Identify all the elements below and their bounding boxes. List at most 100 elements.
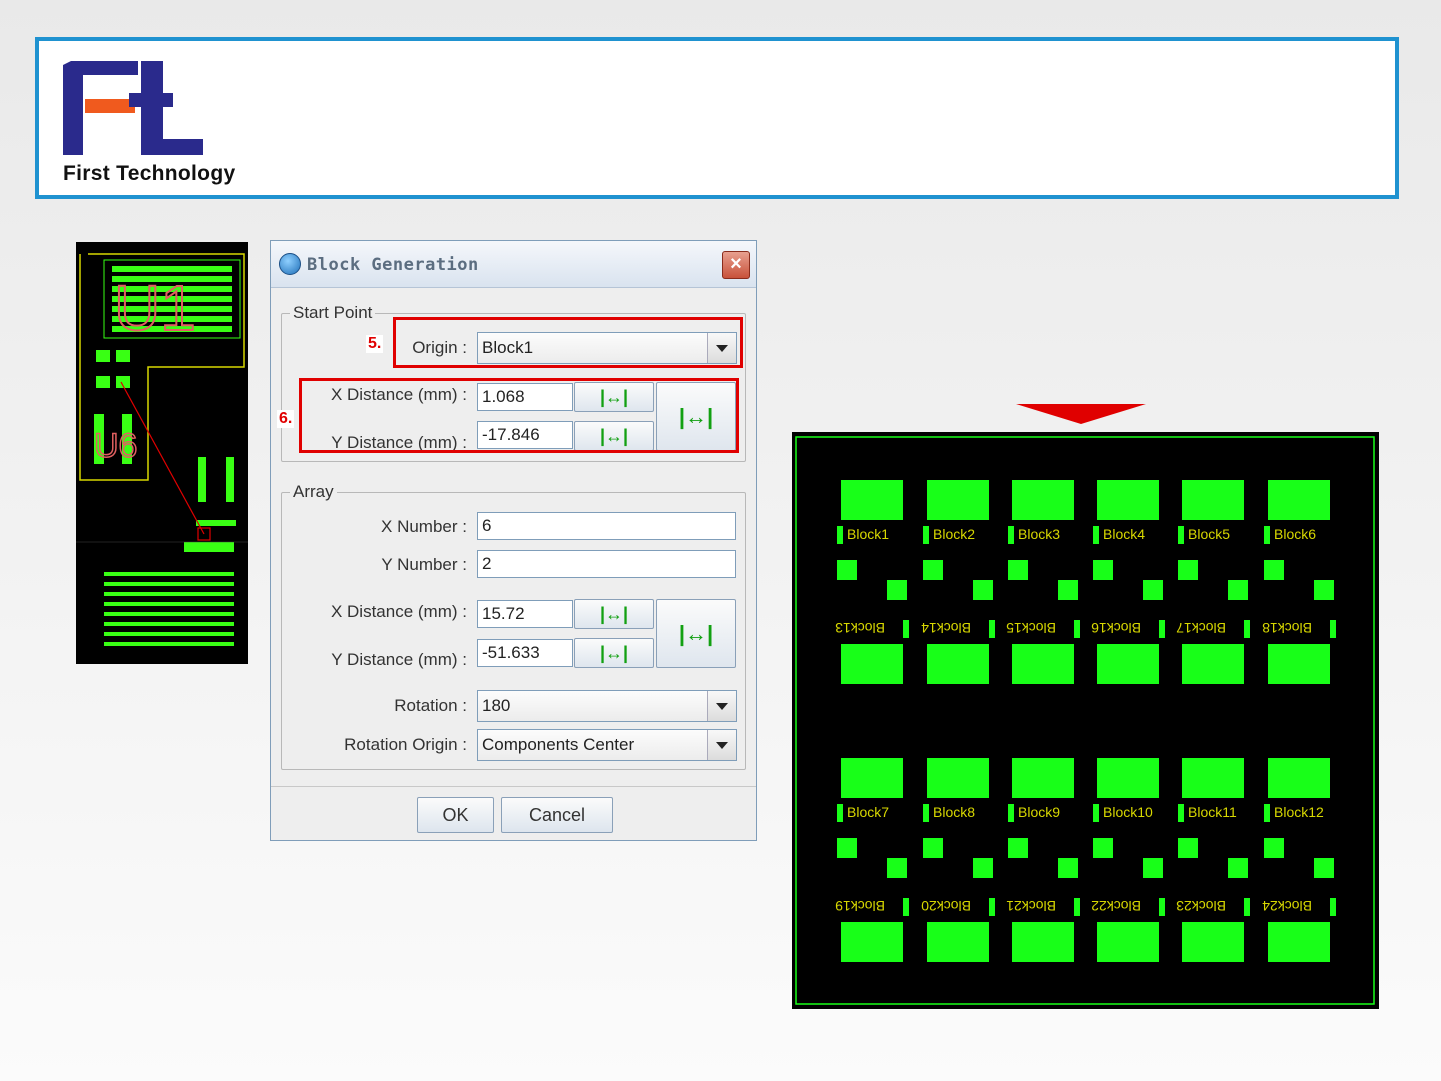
block-pad bbox=[1182, 644, 1244, 684]
block-pad-small bbox=[1228, 580, 1248, 600]
block-label-rotated: Block21 bbox=[1006, 898, 1056, 914]
block-label-rotated: Block22 bbox=[1091, 898, 1141, 914]
block-pad bbox=[841, 480, 903, 520]
block-pad bbox=[1268, 644, 1330, 684]
origin-highlight bbox=[393, 317, 743, 368]
block-label-rotated: Block18 bbox=[1262, 620, 1312, 636]
rotation-select[interactable]: 180 bbox=[477, 690, 737, 722]
dialog-titlebar: Block Generation × bbox=[271, 241, 756, 288]
block-pad bbox=[1268, 922, 1330, 962]
block-pad bbox=[1097, 480, 1159, 520]
block-pin bbox=[989, 898, 995, 916]
measure-distance-icon: |↔| bbox=[599, 604, 629, 624]
block-pin bbox=[1178, 804, 1184, 822]
block-pin bbox=[1008, 526, 1014, 544]
pcb-preview: U1 U6 bbox=[76, 242, 248, 664]
rotation-origin-label: Rotation Origin : bbox=[344, 735, 467, 754]
block-pad-small bbox=[1143, 858, 1163, 878]
ft-logo-icon bbox=[63, 61, 203, 155]
pick-array-x-button[interactable]: |↔| bbox=[574, 599, 654, 629]
block-label-rotated: Block13 bbox=[835, 620, 885, 636]
block-pad bbox=[841, 922, 903, 962]
block-pad-small bbox=[887, 858, 907, 878]
block-label: Block10 bbox=[1103, 804, 1153, 820]
chevron-down-icon[interactable] bbox=[707, 691, 736, 721]
header-banner: First Technology bbox=[35, 37, 1399, 199]
pick-array-y-button[interactable]: |↔| bbox=[574, 638, 654, 668]
block-pin bbox=[1093, 804, 1099, 822]
close-icon[interactable]: × bbox=[722, 251, 750, 279]
block-pad-small bbox=[1314, 858, 1334, 878]
block-pad-small bbox=[1178, 838, 1198, 858]
array-legend: Array bbox=[290, 482, 337, 502]
block-pad bbox=[841, 758, 903, 798]
block-pin bbox=[1244, 620, 1250, 638]
block-label-rotated: Block20 bbox=[921, 898, 971, 914]
block-pad bbox=[1182, 758, 1244, 798]
step-5-label: 5. bbox=[366, 335, 384, 353]
block-label: Block11 bbox=[1188, 804, 1237, 820]
block-pad bbox=[1097, 922, 1159, 962]
pick-array-xy-button[interactable]: |↔| bbox=[656, 599, 736, 668]
block-pad bbox=[927, 644, 989, 684]
block-label-rotated: Block16 bbox=[1091, 620, 1141, 636]
block-label-rotated: Block24 bbox=[1262, 898, 1312, 914]
block-result-preview: Block1 Block13 Block2 Block14 Block3 Block15 B… bbox=[792, 432, 1379, 1009]
block-pad-small bbox=[923, 838, 943, 858]
block-pad-small bbox=[1008, 560, 1028, 580]
block-label-rotated: Block15 bbox=[1006, 620, 1056, 636]
chevron-down-icon[interactable] bbox=[707, 730, 736, 760]
block-pin bbox=[1159, 898, 1165, 916]
x-number-input[interactable]: 6 bbox=[477, 512, 736, 540]
company-name: First Technology bbox=[63, 162, 236, 185]
block-pad bbox=[927, 758, 989, 798]
block-label: Block4 bbox=[1103, 526, 1145, 542]
footer-divider bbox=[271, 786, 756, 787]
block-pad bbox=[1268, 758, 1330, 798]
cancel-button[interactable]: Cancel bbox=[501, 797, 613, 833]
block-pad-small bbox=[837, 560, 857, 580]
block-pad-small bbox=[973, 858, 993, 878]
block-pin bbox=[1264, 526, 1270, 544]
array-x-distance-input[interactable]: 15.72 bbox=[477, 600, 573, 628]
ok-button[interactable]: OK bbox=[417, 797, 494, 833]
step-6-label: 6. bbox=[277, 410, 295, 428]
block-pin bbox=[989, 620, 995, 638]
y-number-label: Y Number : bbox=[381, 555, 467, 574]
block-pin bbox=[837, 804, 843, 822]
block-pin bbox=[903, 620, 909, 638]
block-pad-small bbox=[1264, 560, 1284, 580]
block-pad-small bbox=[1093, 560, 1113, 580]
u6-label: U6 bbox=[94, 427, 137, 465]
panel-outline bbox=[795, 436, 1375, 1005]
block-pad bbox=[1268, 480, 1330, 520]
block-pad bbox=[1012, 644, 1074, 684]
array-y-distance-label: Y Distance (mm) : bbox=[331, 650, 467, 669]
block-pad-small bbox=[1143, 580, 1163, 600]
rotation-origin-select[interactable]: Components Center bbox=[477, 729, 737, 761]
app-icon bbox=[279, 253, 301, 275]
block-pad bbox=[1012, 758, 1074, 798]
block-label-rotated: Block14 bbox=[921, 620, 971, 636]
block-pad-small bbox=[837, 838, 857, 858]
block-pad-small bbox=[887, 580, 907, 600]
company-logo: First Technology bbox=[63, 61, 283, 186]
block-pad-small bbox=[923, 560, 943, 580]
block-pin bbox=[1244, 898, 1250, 916]
block-pad bbox=[927, 480, 989, 520]
block-pad-small bbox=[973, 580, 993, 600]
rotation-label: Rotation : bbox=[394, 696, 467, 715]
block-pad bbox=[1182, 922, 1244, 962]
block-label: Block2 bbox=[933, 526, 975, 542]
block-label: Block9 bbox=[1018, 804, 1060, 820]
block-label-rotated: Block23 bbox=[1176, 898, 1226, 914]
block-pad bbox=[927, 922, 989, 962]
rotation-value: 180 bbox=[482, 696, 511, 715]
block-label: Block3 bbox=[1018, 526, 1060, 542]
block-pin bbox=[1074, 620, 1080, 638]
block-label: Block6 bbox=[1274, 526, 1316, 542]
start-point-legend: Start Point bbox=[290, 303, 376, 323]
block-label: Block7 bbox=[847, 804, 889, 820]
y-number-input[interactable]: 2 bbox=[477, 550, 736, 578]
array-y-distance-input[interactable]: -51.633 bbox=[477, 639, 573, 667]
